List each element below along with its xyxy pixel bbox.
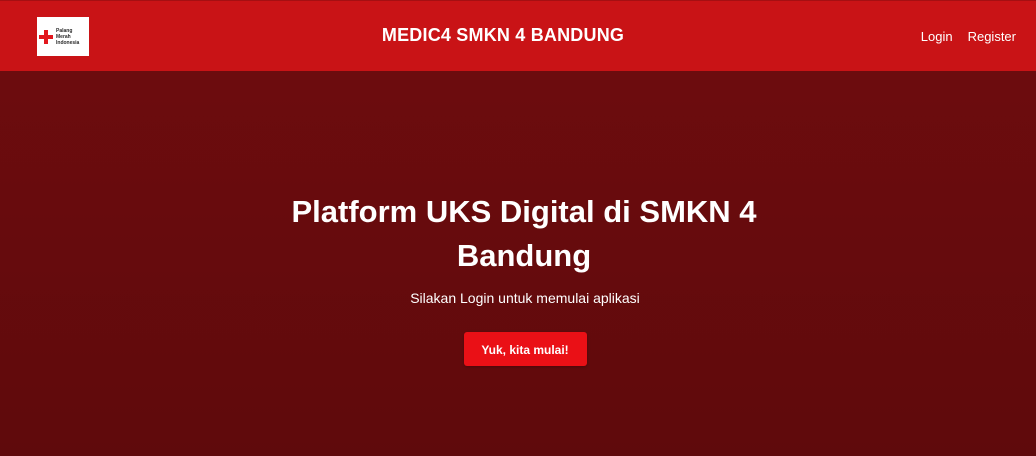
brand-title: MEDIC4 SMKN 4 BANDUNG bbox=[381, 25, 625, 45]
register-link[interactable]: Register bbox=[968, 29, 1016, 44]
hero-subtitle: Silakan Login untuk memulai aplikasi bbox=[410, 290, 640, 306]
landing-page: Palang Merah Indonesia MEDIC4 SMKN 4 BAN… bbox=[0, 0, 1036, 456]
login-link[interactable]: Login bbox=[921, 29, 953, 44]
hero-section: Platform UKS Digital di SMKN 4 Bandung S… bbox=[0, 190, 1036, 366]
get-started-button[interactable]: Yuk, kita mulai! bbox=[463, 332, 587, 366]
hero-title: Platform UKS Digital di SMKN 4 Bandung bbox=[291, 194, 757, 273]
top-navbar: Palang Merah Indonesia MEDIC4 SMKN 4 BAN… bbox=[0, 0, 1036, 71]
auth-nav: Login Register bbox=[921, 29, 1016, 44]
